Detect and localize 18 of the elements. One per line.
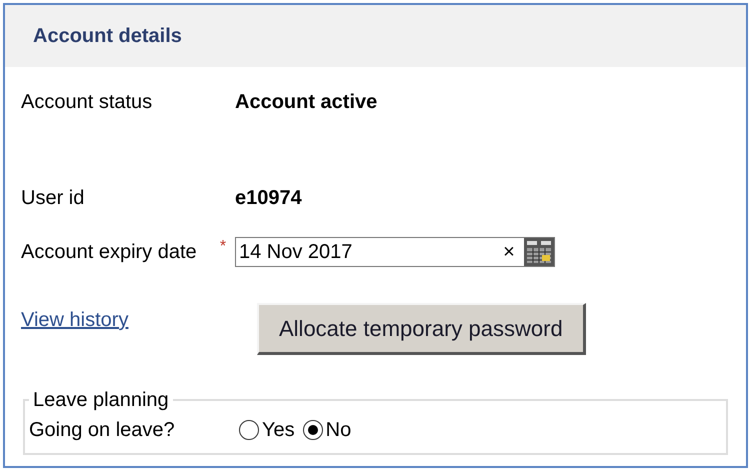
view-history-link[interactable]: View history: [21, 303, 257, 335]
radio-option[interactable]: No: [302, 415, 352, 445]
date-field[interactable]: 14 Nov 2017 ×: [235, 237, 555, 267]
panel-title: Account details: [33, 24, 182, 49]
field-label: Account expiry date: [21, 240, 198, 265]
group-legend: Leave planning: [29, 385, 173, 415]
field-value: e10974: [235, 186, 302, 211]
radio-icon[interactable]: [239, 420, 259, 440]
allocate-password-button[interactable]: Allocate temporary password: [257, 303, 586, 355]
field-label: Account status: [21, 90, 154, 115]
calendar-icon[interactable]: [524, 238, 554, 266]
field-value: Account active: [235, 90, 378, 115]
question-label: Going on leave?: [29, 418, 176, 443]
clear-button[interactable]: ×: [498, 242, 520, 262]
field-label: User id: [21, 186, 86, 211]
radio-icon[interactable]: [302, 420, 323, 440]
required-mark: *: [218, 237, 228, 257]
radio-option[interactable]: Yes: [239, 415, 295, 445]
